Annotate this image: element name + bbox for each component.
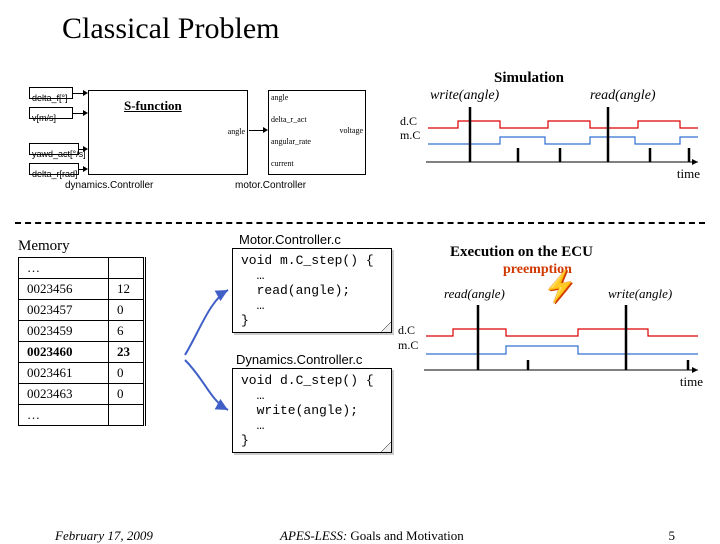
footer-page: 5	[669, 528, 676, 544]
sfunction-output-label: angle	[228, 127, 245, 136]
table-row: …	[19, 405, 151, 426]
table-row: …	[19, 258, 151, 279]
port-yawd: yawd_act[°/s]	[29, 143, 79, 155]
motor-controller-label: motor.Controller	[235, 180, 306, 191]
time-label: time	[677, 166, 700, 182]
memory-heading: Memory	[18, 238, 151, 255]
simulation-timeline: d.C m.C time	[400, 88, 700, 178]
execution-timeline: read(angle) write(angle) ⚡ d.C m.C time	[398, 278, 703, 398]
table-row: 00234630	[19, 384, 151, 405]
dynamics-controller-label: dynamics.Controller	[65, 180, 153, 191]
execution-heading: Execution on the ECU	[450, 244, 593, 261]
separator	[15, 222, 705, 224]
sfunction-label: S-function	[124, 98, 182, 114]
table-row: 00234596	[19, 321, 151, 342]
table-row: 00234570	[19, 300, 151, 321]
connector-arrows	[180, 270, 270, 440]
motor-code-label: Motor.Controller.c	[239, 232, 341, 247]
sfunction-block: S-function angle	[88, 90, 248, 175]
memory-table: Memory …00234561200234570002345960023460…	[18, 238, 151, 426]
page-title: Classical Problem	[62, 12, 279, 46]
motor-block: angle delta_r_act angular_rate current v…	[268, 90, 366, 175]
footer-date: February 17, 2009	[55, 528, 153, 544]
table-row: 00234610	[19, 363, 151, 384]
port-delta-f: delta_f[°]	[29, 87, 73, 99]
time-label-2: time	[680, 374, 703, 390]
port-delta-r: delta_r[rad]	[29, 163, 79, 175]
simulation-heading: Simulation	[494, 70, 564, 87]
port-v: v[m/s]	[29, 107, 73, 119]
simulink-diagram: delta_f[°] v[m/s] yawd_act[°/s] delta_r[…	[25, 85, 350, 215]
table-row: 002346023	[19, 342, 151, 363]
table-row: 002345612	[19, 279, 151, 300]
footer-caption: APES-LESS: Goals and Motivation	[280, 528, 464, 544]
